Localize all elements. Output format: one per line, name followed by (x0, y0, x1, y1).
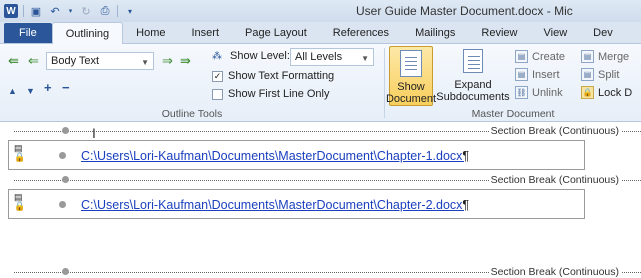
qat-separator (23, 5, 24, 17)
tab-outlining[interactable]: Outlining (51, 22, 124, 44)
outline-level-value: Body Text (51, 55, 100, 67)
undo-dropdown-icon[interactable]: ▾ (67, 4, 74, 18)
demote-icon[interactable]: ⇒ (162, 54, 173, 68)
undo-icon[interactable]: ↶ (48, 4, 62, 18)
subdocument-link[interactable]: C:\Users\Lori-Kaufman\Documents\MasterDo… (81, 198, 469, 212)
master-document-group-label: Master Document (471, 108, 555, 120)
create-icon: ▤ (515, 50, 528, 63)
show-level-icon: ⁂ (212, 50, 222, 62)
ribbon-tabs: File Outlining Home Insert Page Layout R… (0, 22, 641, 44)
chevron-down-icon: ▼ (141, 58, 149, 67)
word-logo-icon[interactable]: W (4, 4, 18, 18)
promote-to-heading-1-icon[interactable]: ⇚ (8, 54, 19, 68)
section-break: Section Break (Continuous) (14, 174, 641, 186)
collapse-icon[interactable]: − (62, 81, 70, 95)
tab-review[interactable]: Review (468, 23, 530, 43)
show-document-label-2: Document (385, 93, 437, 105)
lock-document-button[interactable]: 🔒 Lock D (581, 86, 632, 99)
show-level-value: All Levels (295, 51, 343, 63)
section-break-label: Section Break (Continuous) (488, 174, 621, 186)
section-break-label: Section Break (Continuous) (488, 125, 621, 137)
tab-page-layout[interactable]: Page Layout (232, 23, 320, 43)
create-label: Create (532, 50, 566, 63)
unlink-button[interactable]: ⛓ Unlink (515, 86, 563, 99)
split-icon: ▤ (581, 68, 594, 81)
show-level-label: Show Level: (230, 50, 290, 62)
show-document-label-1: Show (397, 81, 425, 93)
subdocument-link[interactable]: C:\Users\Lori-Kaufman\Documents\MasterDo… (81, 149, 469, 163)
section-break-label: Section Break (Continuous) (488, 266, 621, 278)
checkbox-checked-icon[interactable]: ✓ (212, 70, 223, 82)
tab-mailings[interactable]: Mailings (402, 23, 468, 43)
insert-icon: ▤ (515, 68, 528, 81)
tab-developer[interactable]: Dev (580, 23, 613, 43)
create-button[interactable]: ▤ Create (515, 50, 565, 63)
show-document-button[interactable]: Show Document (385, 46, 437, 106)
section-break: Section Break (Continuous) (14, 266, 641, 278)
show-first-line-only-label: Show First Line Only (228, 88, 330, 100)
pilcrow-mark: ¶ (462, 149, 470, 163)
show-first-line-only-checkbox[interactable]: Show First Line Only (212, 88, 329, 100)
save-icon[interactable]: ▣ (29, 4, 43, 18)
ribbon: ⇚ ⇐ Body Text ▼ ⇒ ⇛ ▲ ▼ + − ⁂ Show Level… (0, 44, 641, 122)
checkbox-unchecked-icon[interactable] (212, 88, 223, 100)
title-bar: W ▣ ↶ ▾ ↻ ⎙ ▾ User Guide Master Document… (0, 0, 641, 22)
insert-subdocument-button[interactable]: ▤ Insert (515, 68, 560, 81)
outline-bullet-icon[interactable] (62, 176, 69, 183)
pilcrow-mark: ¶ (462, 198, 470, 212)
unlink-icon: ⛓ (515, 86, 528, 99)
insert-label: Insert (532, 68, 560, 81)
move-up-icon[interactable]: ▲ (8, 84, 17, 98)
subdocument-box: ▤ 🔒 C:\Users\Lori-Kaufman\Documents\Maste… (8, 140, 585, 170)
qat-separator-2 (117, 5, 118, 17)
expand-subdocuments-button[interactable]: Expand Subdocuments (435, 46, 511, 106)
tab-file[interactable]: File (4, 23, 52, 43)
merge-label: Merge (598, 50, 630, 63)
quick-access-toolbar: W ▣ ↶ ▾ ↻ ⎙ ▾ (0, 4, 137, 18)
master-document-group: Show Document Expand Subdocuments ▤ Crea… (385, 44, 641, 122)
show-level-control: ⁂ Show Level: (212, 50, 290, 62)
move-down-icon[interactable]: ▼ (26, 84, 35, 98)
show-text-formatting-label: Show Text Formatting (228, 70, 335, 82)
subdocument-lock-icon[interactable]: ▤ 🔒 (14, 193, 25, 211)
customize-qat-icon[interactable]: ▾ (123, 4, 137, 18)
tab-references[interactable]: References (320, 23, 402, 43)
section-break: Section Break (Continuous) (14, 125, 641, 137)
show-text-formatting-checkbox[interactable]: ✓ Show Text Formatting (212, 70, 334, 82)
outline-tools-group-label: Outline Tools (161, 108, 223, 120)
demote-to-body-text-icon[interactable]: ⇛ (180, 54, 191, 68)
merge-icon: ▤ (581, 50, 594, 63)
expand-label-1: Expand (454, 79, 492, 91)
tab-insert[interactable]: Insert (179, 23, 233, 43)
document-area[interactable]: I Section Break (Continuous) ▤ 🔒 C:\Users… (0, 123, 641, 278)
outline-bullet-icon[interactable] (59, 152, 66, 159)
tab-home[interactable]: Home (123, 23, 178, 43)
outline-bullet-icon[interactable] (62, 127, 69, 134)
outline-tools-group: ⇚ ⇐ Body Text ▼ ⇒ ⇛ ▲ ▼ + − ⁂ Show Level… (0, 44, 384, 122)
expand-icon[interactable]: + (44, 81, 52, 95)
lock-label: Lock D (598, 86, 633, 99)
print-icon[interactable]: ⎙ (98, 4, 112, 18)
redo-icon[interactable]: ↻ (79, 4, 93, 18)
outline-bullet-icon[interactable] (59, 201, 66, 208)
expand-label-2: Subdocuments (436, 91, 510, 103)
tab-view[interactable]: View (531, 23, 581, 43)
subdocument-box: ▤ 🔒 C:\Users\Lori-Kaufman\Documents\Maste… (8, 189, 585, 219)
promote-icon[interactable]: ⇐ (28, 54, 39, 68)
show-document-icon (400, 50, 422, 77)
show-level-dropdown[interactable]: All Levels ▼ (290, 48, 374, 66)
subdocument-lock-icon[interactable]: ▤ 🔒 (14, 144, 25, 162)
outline-bullet-icon[interactable] (62, 268, 69, 275)
window-title: User Guide Master Document.docx - Mic (356, 4, 573, 18)
expand-subdocuments-icon (463, 49, 483, 73)
split-button[interactable]: ▤ Split (581, 68, 619, 81)
unlink-label: Unlink (532, 86, 563, 99)
chevron-down-icon: ▼ (361, 54, 369, 63)
split-label: Split (598, 68, 620, 81)
lock-icon: 🔒 (581, 86, 594, 99)
outline-level-dropdown[interactable]: Body Text ▼ (46, 52, 154, 70)
merge-button[interactable]: ▤ Merge (581, 50, 629, 63)
